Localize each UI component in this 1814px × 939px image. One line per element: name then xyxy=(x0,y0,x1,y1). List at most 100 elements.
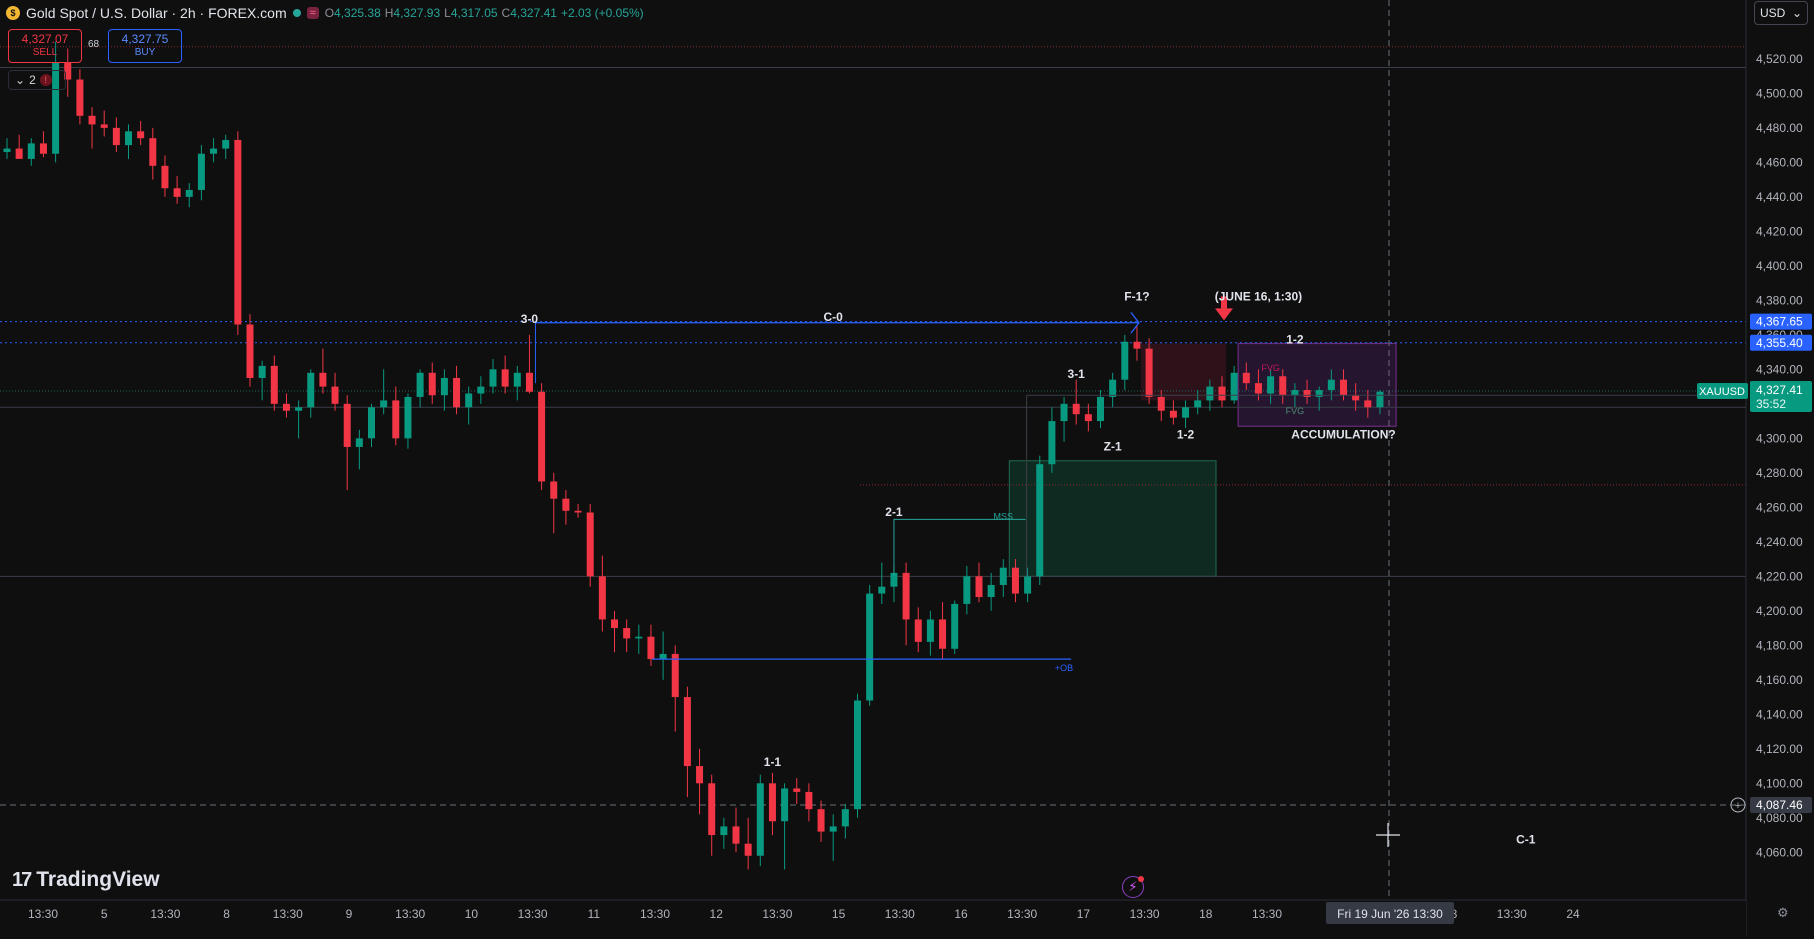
candle[interactable] xyxy=(939,619,947,649)
candle[interactable] xyxy=(841,809,849,827)
candle[interactable] xyxy=(611,619,618,629)
candle[interactable] xyxy=(574,510,582,513)
candle[interactable] xyxy=(3,148,11,153)
candle[interactable] xyxy=(1254,383,1262,394)
candle[interactable] xyxy=(319,372,327,387)
candle[interactable] xyxy=(355,438,363,447)
candle[interactable] xyxy=(623,628,631,639)
candle[interactable] xyxy=(659,653,667,660)
candle[interactable] xyxy=(1242,372,1250,384)
candle[interactable] xyxy=(270,365,278,404)
candle[interactable] xyxy=(246,324,254,378)
candle[interactable] xyxy=(914,619,922,642)
wave-icon[interactable]: ≈ xyxy=(306,7,319,19)
sell-button[interactable]: 4,327.07 SELL xyxy=(8,29,82,63)
candle[interactable] xyxy=(258,365,266,378)
candle[interactable] xyxy=(368,407,375,439)
candle[interactable] xyxy=(768,783,776,822)
candle[interactable] xyxy=(477,386,485,394)
candle[interactable] xyxy=(1121,341,1129,380)
candle[interactable] xyxy=(951,603,959,649)
candle[interactable] xyxy=(1340,379,1347,396)
time-axis[interactable] xyxy=(0,900,1746,936)
candle[interactable] xyxy=(1315,390,1323,397)
candle[interactable] xyxy=(1157,396,1165,411)
candle[interactable] xyxy=(1279,376,1287,396)
gear-icon[interactable]: ⚙ xyxy=(1777,905,1789,921)
candle[interactable] xyxy=(866,593,874,701)
candle[interactable] xyxy=(27,143,35,159)
candle[interactable] xyxy=(197,153,205,190)
candle[interactable] xyxy=(404,396,412,439)
candle[interactable] xyxy=(926,619,934,642)
candle[interactable] xyxy=(1024,576,1032,594)
candle[interactable] xyxy=(1011,567,1019,594)
candle[interactable] xyxy=(112,127,120,146)
candle[interactable] xyxy=(1291,390,1299,396)
bolt-icon[interactable]: ⚡ xyxy=(1122,876,1144,898)
candle[interactable] xyxy=(501,369,509,387)
candle[interactable] xyxy=(1145,348,1153,397)
candle[interactable] xyxy=(744,843,752,856)
candle[interactable] xyxy=(1072,403,1080,415)
candle[interactable] xyxy=(708,783,716,836)
candle[interactable] xyxy=(416,372,424,397)
candle[interactable] xyxy=(1352,395,1360,401)
candle[interactable] xyxy=(525,372,533,392)
candle[interactable] xyxy=(125,131,132,146)
candle[interactable] xyxy=(1206,386,1214,401)
candle[interactable] xyxy=(1376,391,1384,408)
candle[interactable] xyxy=(1182,407,1190,418)
candle[interactable] xyxy=(696,766,704,784)
candle[interactable] xyxy=(598,576,606,620)
candle[interactable] xyxy=(854,700,861,810)
candle[interactable] xyxy=(513,372,521,387)
candle[interactable] xyxy=(1218,386,1226,401)
candle[interactable] xyxy=(562,498,570,511)
candle[interactable] xyxy=(1194,400,1202,408)
candle[interactable] xyxy=(586,512,594,577)
candle[interactable] xyxy=(222,139,230,149)
candle[interactable] xyxy=(781,788,789,822)
candle[interactable] xyxy=(1097,396,1104,422)
candle[interactable] xyxy=(210,148,218,154)
candle[interactable] xyxy=(1048,421,1056,465)
candle[interactable] xyxy=(720,826,728,836)
candle[interactable] xyxy=(817,809,825,832)
chart-area[interactable]: 3-0 C-0 F-1? (JUNE 16, 1:30) 1-2 3-1 1-2 Z-1 ACC… xyxy=(0,0,1814,936)
candle[interactable] xyxy=(185,189,193,197)
candle[interactable] xyxy=(39,143,47,154)
candle[interactable] xyxy=(173,188,181,197)
symbol-title[interactable]: Gold Spot / U.S. Dollar · 2h · FOREX.com xyxy=(26,5,287,21)
candle[interactable] xyxy=(647,636,655,660)
candle[interactable] xyxy=(1267,376,1275,394)
candle[interactable] xyxy=(1169,410,1177,418)
candle[interactable] xyxy=(15,148,23,159)
candle[interactable] xyxy=(1133,341,1141,349)
candle[interactable] xyxy=(76,79,84,116)
candle[interactable] xyxy=(1036,464,1044,577)
candle[interactable] xyxy=(234,139,242,325)
candle[interactable] xyxy=(100,124,108,128)
candle[interactable] xyxy=(428,372,436,396)
candle[interactable] xyxy=(671,653,679,698)
candle[interactable] xyxy=(635,636,643,639)
candle[interactable] xyxy=(1084,414,1092,422)
candle[interactable] xyxy=(137,131,145,139)
candle[interactable] xyxy=(295,407,303,411)
candle[interactable] xyxy=(732,826,740,844)
candle[interactable] xyxy=(1060,403,1068,422)
candle[interactable] xyxy=(829,826,837,832)
warning-icon[interactable]: ! xyxy=(39,74,52,86)
candle[interactable] xyxy=(538,391,546,482)
candle[interactable] xyxy=(453,377,461,408)
candle[interactable] xyxy=(987,584,995,598)
candle[interactable] xyxy=(793,788,801,792)
candle[interactable] xyxy=(149,138,157,166)
candle[interactable] xyxy=(878,586,886,594)
candle[interactable] xyxy=(550,481,558,499)
buy-button[interactable]: 4,327.75 BUY xyxy=(108,29,182,63)
candle[interactable] xyxy=(440,377,448,396)
candle[interactable] xyxy=(343,403,351,447)
candle[interactable] xyxy=(161,165,169,189)
